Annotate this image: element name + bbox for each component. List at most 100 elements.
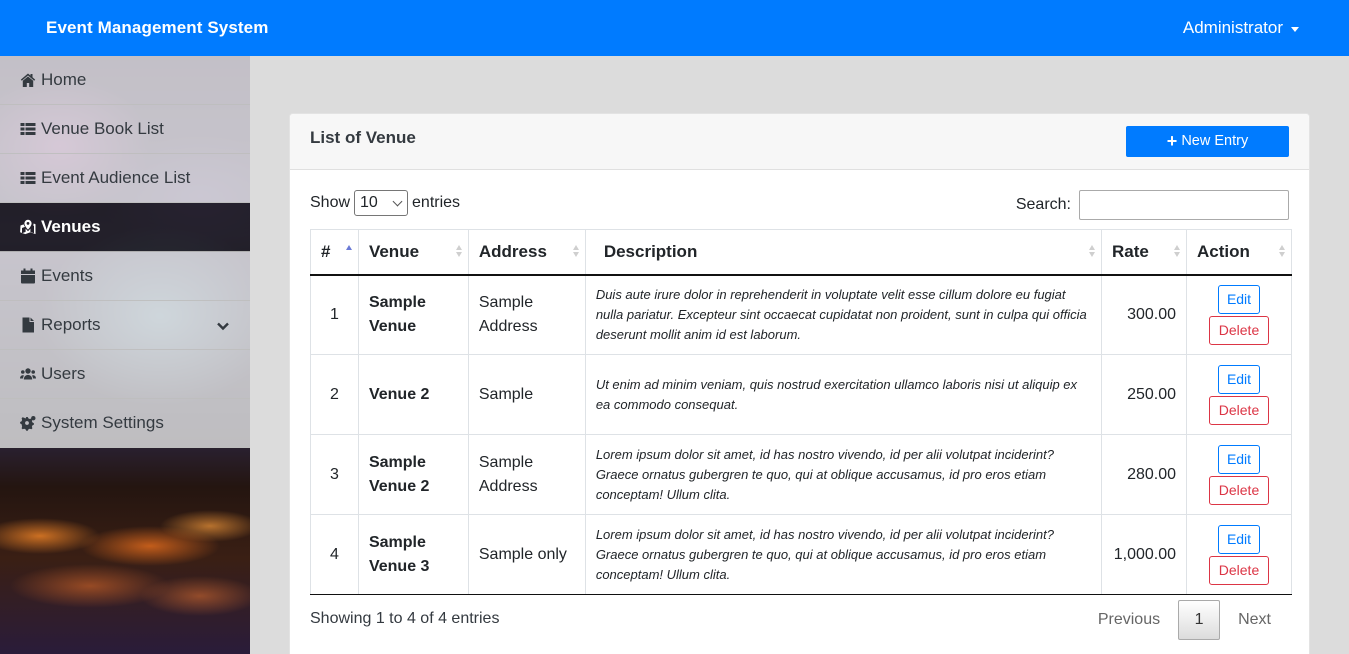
- sidebar-item-label: Venue Book List: [41, 119, 164, 138]
- column-header-address[interactable]: Address: [467, 229, 586, 276]
- row-number: 1: [310, 274, 359, 355]
- delete-button[interactable]: Delete: [1209, 395, 1269, 425]
- sidebar-item-label: Home: [41, 70, 87, 89]
- row-actions: Edit Delete: [1186, 274, 1292, 355]
- venue-rate: 1,000.00: [1101, 514, 1187, 595]
- sidebar-item-reports[interactable]: Reports: [0, 301, 250, 350]
- chevron-down-icon: [392, 196, 403, 206]
- list-icon: [20, 121, 36, 137]
- sort-asc-icon: [345, 245, 353, 261]
- app-title[interactable]: Event Management System: [46, 18, 268, 38]
- venue-description: Ut enim ad minim veniam, quis nostrud ex…: [584, 354, 1103, 435]
- venue-description: Lorem ipsum dolor sit amet, id has nostr…: [584, 434, 1103, 515]
- column-header-action[interactable]: Action: [1186, 229, 1292, 276]
- row-number: 4: [310, 514, 359, 595]
- sidebar: Home Venue Book List Event Audience List…: [0, 56, 250, 654]
- page-1-button[interactable]: 1: [1178, 600, 1221, 640]
- venue-address: Sample Address: [467, 434, 586, 515]
- edit-button[interactable]: Edit: [1218, 444, 1260, 474]
- venue-name: Venue 2: [357, 354, 469, 435]
- venue-name: Sample Venue: [357, 274, 469, 355]
- new-entry-button[interactable]: + New Entry: [1126, 125, 1289, 157]
- venue-list-card: List of Venue + New Entry Show 10 entrie…: [289, 113, 1310, 654]
- show-label: Show: [310, 194, 351, 211]
- sidebar-item-event-audience-list[interactable]: Event Audience List: [0, 154, 250, 203]
- user-menu-dropdown[interactable]: Administrator: [1183, 18, 1299, 38]
- entries-label: entries: [412, 194, 461, 211]
- new-entry-label: New Entry: [1181, 133, 1249, 149]
- column-header-description[interactable]: Description: [584, 229, 1103, 276]
- cogs-icon: [20, 415, 36, 431]
- home-icon: [20, 72, 36, 88]
- delete-button[interactable]: Delete: [1209, 555, 1269, 585]
- venue-description: Lorem ipsum dolor sit amet, id has nostr…: [584, 514, 1103, 595]
- file-icon: [20, 317, 36, 333]
- sort-icon: [1089, 245, 1096, 261]
- sidebar-item-venue-book-list[interactable]: Venue Book List: [0, 105, 250, 154]
- search-input[interactable]: [1079, 190, 1289, 220]
- venue-address: Sample: [467, 354, 586, 435]
- sort-icon: [1279, 245, 1286, 261]
- table-row: 3 Sample Venue 2 Sample Address Lorem ip…: [310, 434, 1292, 515]
- venue-rate: 280.00: [1101, 434, 1187, 515]
- user-name: Administrator: [1182, 18, 1283, 37]
- show-entries-control: Show 10 entries: [310, 190, 460, 216]
- sidebar-item-users[interactable]: Users: [0, 350, 250, 399]
- entries-select-value: 10: [360, 194, 378, 211]
- edit-button[interactable]: Edit: [1218, 524, 1260, 554]
- sidebar-item-label: Venues: [41, 217, 101, 236]
- table-row: 4 Sample Venue 3 Sample only Lorem ipsum…: [310, 514, 1292, 595]
- sidebar-item-label: Reports: [41, 315, 101, 334]
- venue-rate: 250.00: [1101, 354, 1187, 435]
- previous-page-button[interactable]: Previous: [1080, 611, 1178, 629]
- sidebar-item-home[interactable]: Home: [0, 56, 250, 105]
- calendar-icon: [20, 268, 36, 284]
- edit-button[interactable]: Edit: [1218, 284, 1260, 314]
- venue-description: Duis aute irure dolor in reprehenderit i…: [584, 274, 1103, 355]
- sidebar-item-label: Event Audience List: [41, 168, 191, 187]
- venue-address: Sample only: [467, 514, 586, 595]
- sort-icon: [1174, 245, 1181, 261]
- card-header: List of Venue + New Entry: [290, 114, 1309, 170]
- row-number: 2: [310, 354, 359, 435]
- venue-table: # Venue Address Description Rate Action …: [310, 229, 1292, 595]
- list-icon: [20, 170, 36, 186]
- delete-button[interactable]: Delete: [1209, 315, 1269, 345]
- venue-name: Sample Venue 2: [357, 434, 469, 515]
- plus-icon: +: [1166, 131, 1178, 151]
- users-icon: [20, 366, 36, 382]
- caret-down-icon: [1291, 26, 1299, 32]
- column-header-rate[interactable]: Rate: [1101, 229, 1187, 276]
- venue-address: Sample Address: [467, 274, 586, 355]
- delete-button[interactable]: Delete: [1209, 475, 1269, 505]
- column-header-number[interactable]: #: [310, 229, 359, 276]
- chevron-down-icon[interactable]: [216, 318, 230, 332]
- sidebar-item-label: Users: [41, 364, 86, 383]
- sort-icon: [572, 245, 580, 261]
- sidebar-item-venues[interactable]: Venues: [0, 203, 250, 252]
- sort-icon: [455, 245, 463, 261]
- pagination: Previous 1 Next: [1080, 600, 1289, 640]
- row-actions: Edit Delete: [1186, 354, 1292, 435]
- column-header-venue[interactable]: Venue: [357, 229, 469, 276]
- top-navbar: Event Management System Administrator: [0, 0, 1349, 56]
- table-row: 2 Venue 2 Sample Ut enim ad minim veniam…: [310, 354, 1292, 435]
- table-row: 1 Sample Venue Sample Address Duis aute …: [310, 274, 1292, 355]
- venue-name: Sample Venue 3: [357, 514, 469, 595]
- map-marked-icon: [20, 219, 36, 235]
- table-header-row: # Venue Address Description Rate Action: [310, 229, 1292, 276]
- edit-button[interactable]: Edit: [1218, 364, 1260, 394]
- table-info: Showing 1 to 4 of 4 entries: [310, 610, 500, 627]
- venue-rate: 300.00: [1101, 274, 1187, 355]
- next-page-button[interactable]: Next: [1220, 611, 1289, 629]
- sidebar-item-label: System Settings: [41, 413, 164, 432]
- sidebar-item-events[interactable]: Events: [0, 252, 250, 301]
- entries-select[interactable]: 10: [354, 190, 409, 216]
- sidebar-item-label: Events: [41, 266, 93, 285]
- row-actions: Edit Delete: [1186, 434, 1292, 515]
- page-title: List of Venue: [310, 127, 416, 147]
- search-label: Search:: [1015, 196, 1071, 213]
- row-number: 3: [310, 434, 359, 515]
- sidebar-item-system-settings[interactable]: System Settings: [0, 399, 250, 448]
- row-actions: Edit Delete: [1186, 514, 1292, 595]
